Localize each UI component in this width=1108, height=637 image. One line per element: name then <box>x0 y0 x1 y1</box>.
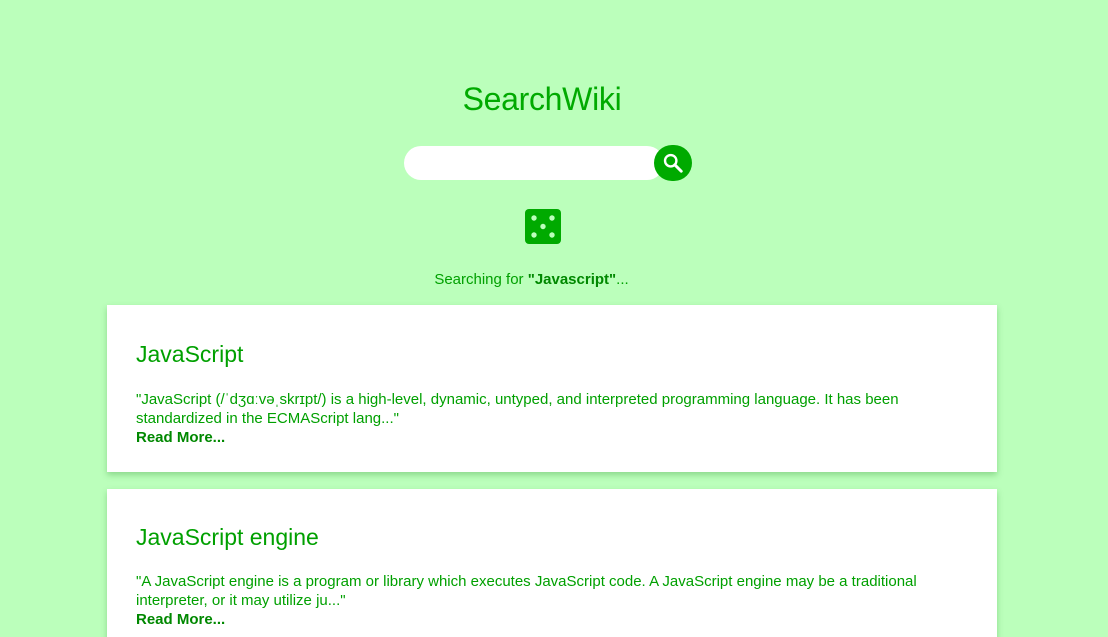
result-title-link[interactable]: JavaScript engine <box>136 489 968 551</box>
search-bar <box>404 145 692 181</box>
result-title-link[interactable]: JavaScript <box>136 305 968 368</box>
search-button[interactable] <box>654 145 692 181</box>
random-article-button[interactable] <box>524 208 562 245</box>
result-snippet: "A JavaScript engine is a program or lib… <box>136 573 917 609</box>
status-query: "Javascript" <box>527 271 617 288</box>
read-more-link[interactable]: Read More... <box>136 428 968 447</box>
status-prefix: Searching for <box>434 271 528 288</box>
search-icon <box>663 153 683 173</box>
status-suffix: ... <box>616 271 629 288</box>
search-status: Searching for "Javascript"... <box>0 270 1063 290</box>
page: SearchWiki Searching for "Javascript"...… <box>0 0 1108 637</box>
read-more-link[interactable]: Read More... <box>136 610 968 629</box>
dice-five-icon <box>525 209 561 244</box>
result-card: JavaScript engine "A JavaScript engine i… <box>107 489 997 637</box>
result-card: JavaScript "JavaScript (/ˈdʒɑːvəˌskrɪpt/… <box>107 305 997 472</box>
app-title: SearchWiki <box>462 81 622 117</box>
search-input[interactable] <box>404 146 664 180</box>
result-snippet: "JavaScript (/ˈdʒɑːvəˌskrɪpt/) is a high… <box>136 391 899 427</box>
